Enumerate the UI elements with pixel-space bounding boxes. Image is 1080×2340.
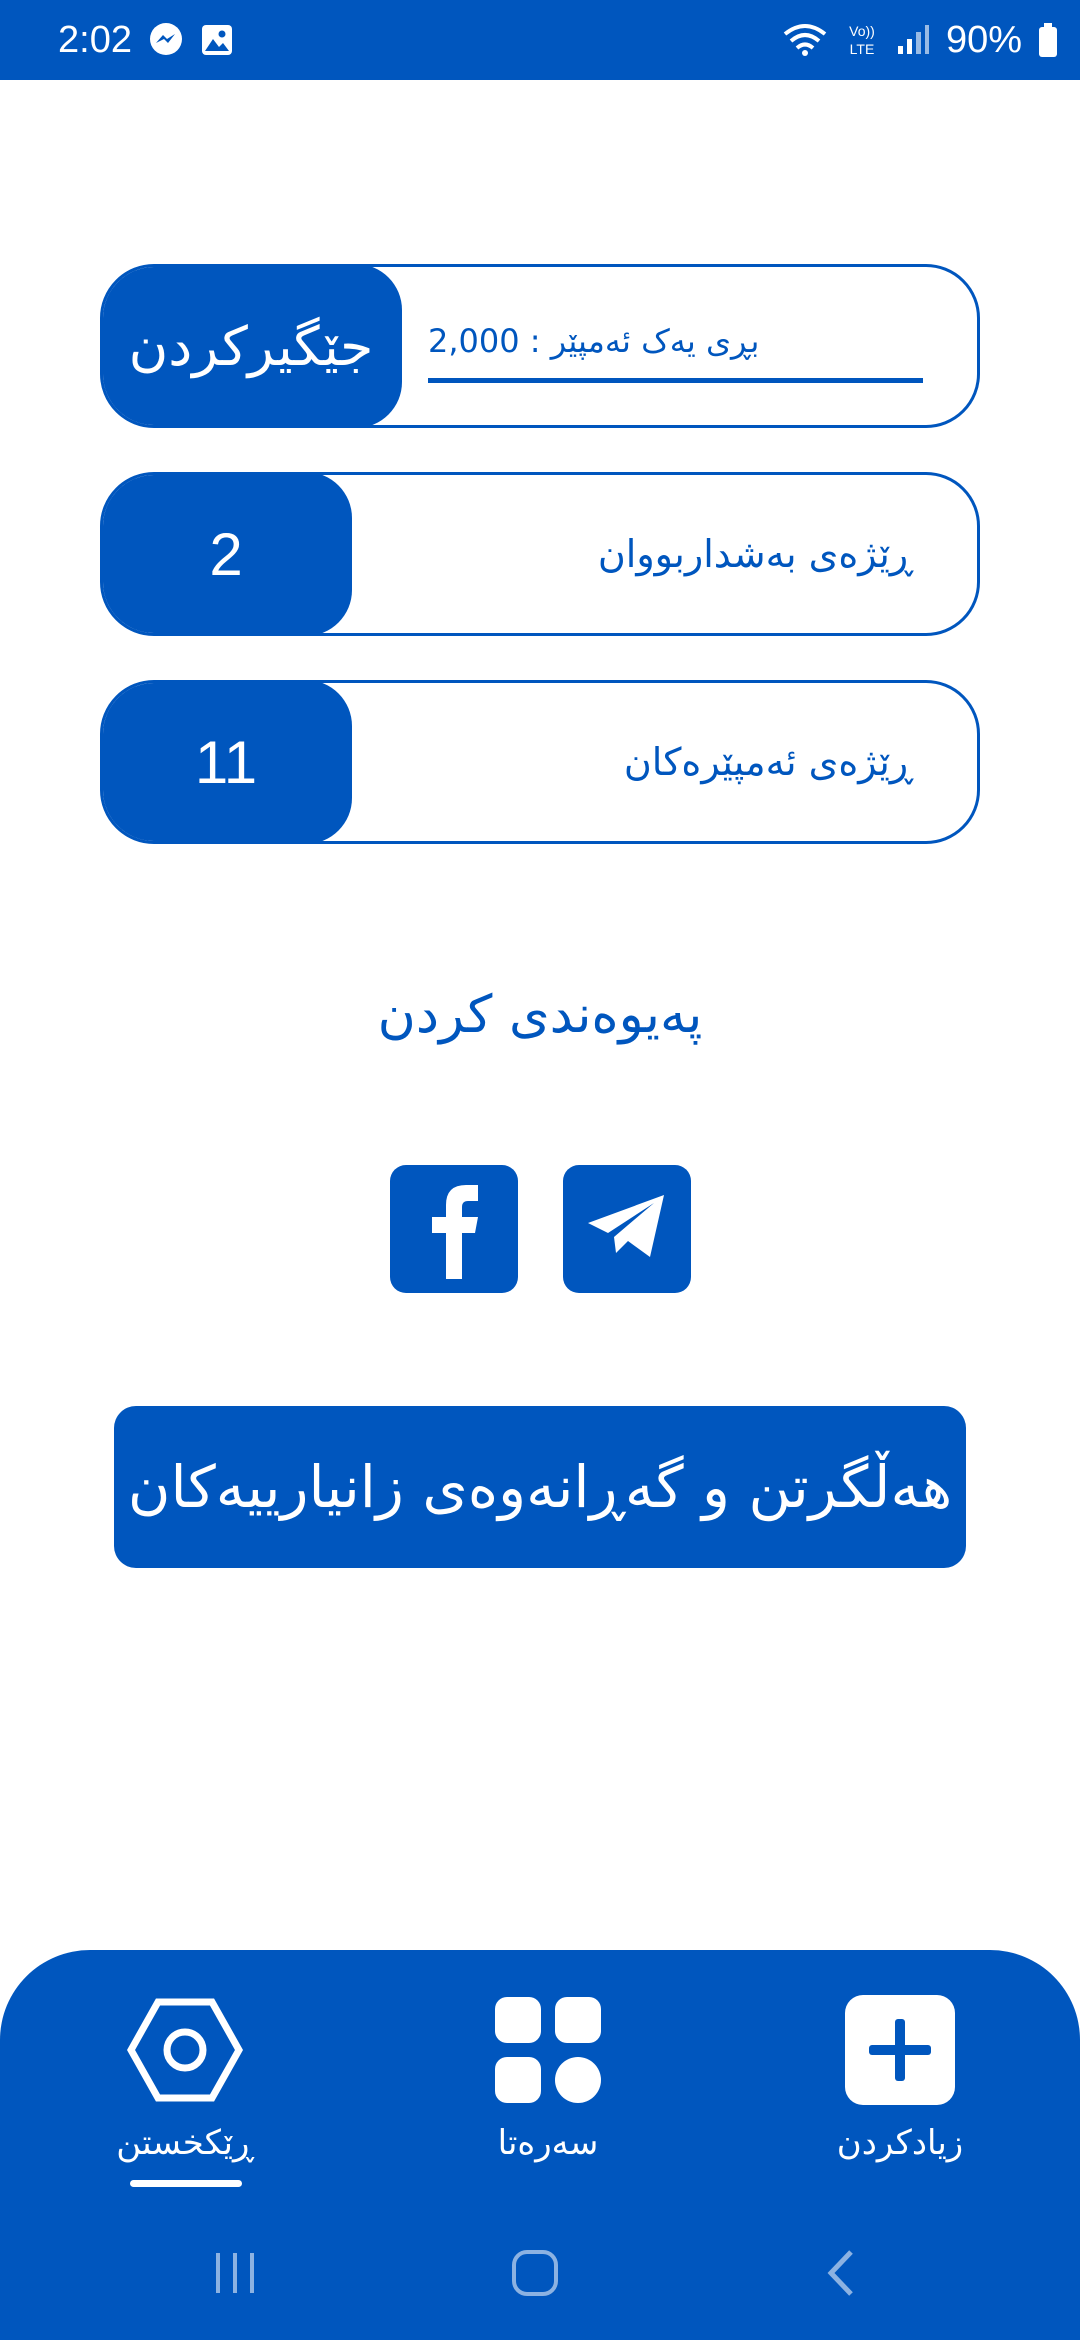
- backup-restore-button[interactable]: هەڵگرتن و گەڕانەوەی زانیارییەکان: [114, 1406, 966, 1568]
- telegram-button[interactable]: [563, 1165, 691, 1293]
- subscribers-label: ڕێژەی بەشداربووان: [597, 532, 913, 576]
- svg-text:Vo)): Vo)): [849, 23, 875, 39]
- plus-icon: [843, 1985, 957, 2115]
- home-button[interactable]: [500, 2240, 570, 2310]
- status-right: Vo)) LTE 90%: [782, 19, 1058, 62]
- amperes-card: 11 ڕێژەی ئەمپێرەکان: [100, 680, 980, 844]
- status-time: 2:02: [58, 18, 132, 61]
- battery-icon: [1038, 22, 1058, 58]
- status-left: 2:02: [58, 19, 234, 62]
- home-icon: [510, 2248, 560, 2302]
- subscribers-card: 2 ڕێژەی بەشداربووان: [100, 472, 980, 636]
- nav-item-settings[interactable]: ڕێکخستن: [65, 1950, 305, 2210]
- save-button[interactable]: جێگیرکردن: [103, 267, 402, 425]
- recent-apps-icon: [213, 2251, 257, 2299]
- amperes-count: 11: [103, 683, 352, 841]
- nav-label-home: سەرەتا: [497, 2123, 599, 2163]
- recent-apps-button[interactable]: [200, 2240, 270, 2310]
- contact-title: پەیوەندی کردن: [377, 985, 703, 1045]
- telegram-icon: [584, 1191, 670, 1267]
- settings-icon: [127, 1985, 243, 2115]
- status-bar: 2:02 Vo)) LTE 90%: [0, 0, 1080, 80]
- nav-item-add[interactable]: زیادکردن: [780, 1950, 1020, 2210]
- back-icon: [823, 2248, 857, 2302]
- amount-per-ampere-field[interactable]: بڕی یەک ئەمپێر : 2,000: [428, 303, 923, 383]
- back-button[interactable]: [805, 2240, 875, 2310]
- wifi-icon: [782, 22, 828, 58]
- active-tab-indicator: [130, 2180, 242, 2187]
- volte-icon: Vo)) LTE: [844, 21, 880, 59]
- battery-percent: 90%: [945, 18, 1022, 61]
- nav-label-add: زیادکردن: [836, 2123, 964, 2163]
- facebook-icon: [412, 1175, 496, 1283]
- signal-icon: [896, 24, 930, 56]
- nav-label-settings: ڕێکخستن: [116, 2123, 254, 2163]
- svg-text:LTE: LTE: [850, 41, 875, 57]
- nav-item-home[interactable]: سەرەتا: [428, 1950, 668, 2210]
- image-icon: [200, 23, 234, 57]
- grid-icon: [493, 1985, 603, 2115]
- amperes-label: ڕێژەی ئەمپێرەکان: [623, 740, 913, 784]
- subscribers-count: 2: [103, 475, 352, 633]
- messenger-icon: [148, 22, 184, 58]
- facebook-button[interactable]: [390, 1165, 518, 1293]
- amount-card: جێگیرکردن بڕی یەک ئەمپێر : 2,000: [100, 264, 980, 428]
